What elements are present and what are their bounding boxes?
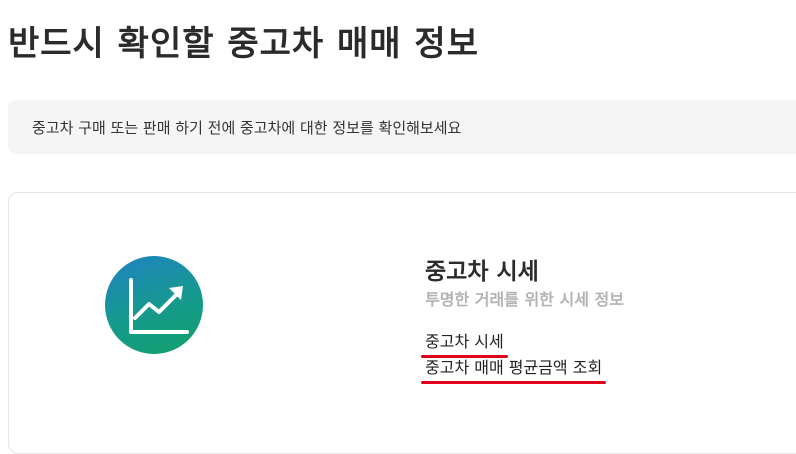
notice-box: 중고차 구매 또는 판매 하기 전에 중고차에 대한 정보를 확인해보세요 <box>8 100 796 154</box>
card-title: 중고차 시세 <box>425 259 539 285</box>
card-info: 중고차 시세 투명한 거래를 위한 시세 정보 중고차 시세 중고차 매매 평균… <box>421 257 624 384</box>
used-car-price-link[interactable]: 중고차 시세 <box>421 331 508 358</box>
link-row-price: 중고차 시세 <box>421 331 508 358</box>
trending-up-chart-icon <box>105 256 203 354</box>
link-row-average: 중고차 매매 평균금액 조회 <box>421 357 607 384</box>
used-car-price-link-label: 중고차 시세 <box>425 332 504 351</box>
notice-text: 중고차 구매 또는 판매 하기 전에 중고차에 대한 정보를 확인해보세요 <box>32 119 462 137</box>
page-title: 반드시 확인할 중고차 매매 정보 <box>8 24 479 64</box>
used-car-price-card: 중고차 시세 투명한 거래를 위한 시세 정보 중고차 시세 중고차 매매 평균… <box>8 192 796 454</box>
average-price-lookup-link[interactable]: 중고차 매매 평균금액 조회 <box>421 357 607 384</box>
average-price-lookup-link-label: 중고차 매매 평균금액 조회 <box>425 358 603 377</box>
card-subtitle: 투명한 거래를 위한 시세 정보 <box>425 290 624 309</box>
highlight-underline <box>421 381 607 384</box>
